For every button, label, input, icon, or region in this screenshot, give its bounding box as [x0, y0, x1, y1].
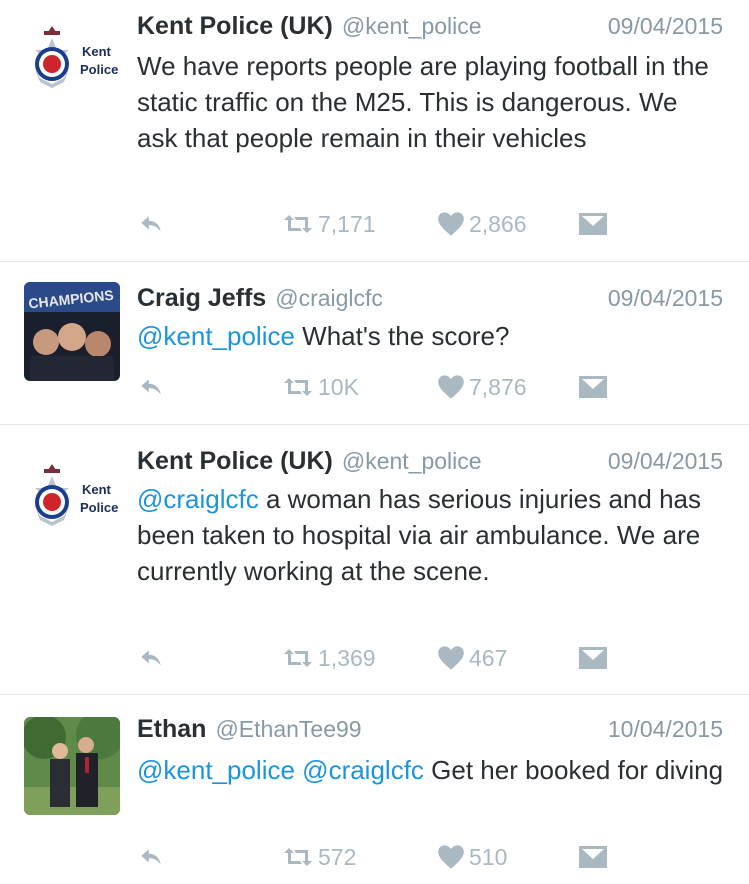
reply-button[interactable]: [137, 640, 165, 676]
tweet-body: What's the score?: [294, 321, 510, 351]
tweet-text: @kent_police What's the score?: [137, 318, 725, 354]
like-button[interactable]: 510: [437, 839, 507, 875]
like-count: 467: [469, 644, 508, 671]
like-count: 510: [469, 843, 508, 870]
svg-text:Police: Police: [80, 62, 118, 77]
mention-link[interactable]: @kent_police: [137, 321, 295, 351]
display-name[interactable]: Craig Jeffs: [137, 284, 266, 313]
direct-message-button[interactable]: [578, 640, 608, 676]
svg-text:Police: Police: [80, 500, 118, 515]
reply-button[interactable]: [137, 839, 165, 875]
retweet-button[interactable]: 10K: [282, 369, 359, 405]
avatar-photo: [24, 717, 120, 815]
tweet-date[interactable]: 09/04/2015: [608, 448, 723, 475]
tweet-body: Get her booked for diving: [423, 755, 724, 785]
display-name[interactable]: Kent Police (UK): [137, 447, 333, 476]
retweet-icon: [282, 646, 314, 670]
retweet-icon: [282, 375, 314, 399]
retweet-button[interactable]: 7,171: [282, 206, 376, 242]
like-count: 7,876: [469, 373, 527, 400]
kent-police-avatar[interactable]: Kent Police: [24, 14, 120, 100]
heart-icon: [437, 374, 465, 400]
mention-link[interactable]: @kent_police: [137, 755, 295, 785]
retweet-count: 10K: [318, 373, 359, 400]
direct-message-icon: [578, 212, 608, 236]
tweet-header: Craig Jeffs @craiglcfc 09/04/2015: [137, 284, 723, 318]
reply-button[interactable]: [137, 206, 165, 242]
like-button[interactable]: 467: [437, 640, 507, 676]
username[interactable]: @EthanTee99: [215, 716, 361, 743]
retweet-button[interactable]: 572: [282, 839, 356, 875]
craig-jeffs-avatar[interactable]: CHAMPIONS: [24, 282, 120, 381]
direct-message-button[interactable]: [578, 206, 608, 242]
username[interactable]: @craiglcfc: [275, 285, 383, 312]
username[interactable]: @kent_police: [342, 448, 482, 475]
like-button[interactable]: 2,866: [437, 206, 527, 242]
direct-message-icon: [578, 646, 608, 670]
username[interactable]: @kent_police: [342, 13, 482, 40]
tweet-actions: 7,171 2,866: [137, 206, 725, 242]
retweet-count: 7,171: [318, 210, 376, 237]
heart-icon: [437, 645, 465, 671]
like-count: 2,866: [469, 210, 527, 237]
tweet-body: We have reports people are playing footb…: [137, 51, 709, 153]
tweet-date[interactable]: 09/04/2015: [608, 285, 723, 312]
reply-icon: [137, 844, 165, 870]
tweet-header: Kent Police (UK) @kent_police 09/04/2015: [137, 447, 723, 481]
tweet-actions: 572 510: [137, 839, 725, 875]
tweet-text: We have reports people are playing footb…: [137, 48, 725, 156]
reply-icon: [137, 374, 165, 400]
tweet-text: @craiglcfc a woman has serious injuries …: [137, 481, 725, 589]
tweet[interactable]: CHAMPIONS Craig Jeffs @craiglcfc 09/04/2…: [0, 262, 749, 425]
direct-message-button[interactable]: [578, 839, 608, 875]
ethan-avatar[interactable]: [24, 717, 120, 815]
like-button[interactable]: 7,876: [437, 369, 527, 405]
tweet-header: Kent Police (UK) @kent_police 09/04/2015: [137, 12, 723, 46]
mention-link[interactable]: @craiglcfc: [302, 755, 424, 785]
police-badge-icon: Kent Police: [34, 26, 118, 88]
tweet-actions: 1,369 467: [137, 640, 725, 676]
tweet-text: @kent_police @craiglcfc Get her booked f…: [137, 752, 725, 788]
retweet-count: 1,369: [318, 644, 376, 671]
direct-message-icon: [578, 845, 608, 869]
kent-police-avatar[interactable]: Kent Police: [24, 452, 120, 538]
avatar-photo: CHAMPIONS: [24, 282, 120, 381]
svg-text:Kent: Kent: [82, 44, 112, 59]
display-name[interactable]: Ethan: [137, 715, 206, 744]
direct-message-button[interactable]: [578, 369, 608, 405]
tweet[interactable]: Kent Police Kent Police (UK) @kent_polic…: [0, 0, 749, 262]
retweet-icon: [282, 212, 314, 236]
tweet-header: Ethan @EthanTee99 10/04/2015: [137, 715, 723, 749]
mention-link[interactable]: @craiglcfc: [137, 484, 259, 514]
tweet-actions: 10K 7,876: [137, 369, 725, 405]
retweet-icon: [282, 845, 314, 869]
retweet-count: 572: [318, 843, 357, 870]
svg-text:Kent: Kent: [82, 482, 112, 497]
heart-icon: [437, 844, 465, 870]
tweet-date[interactable]: 09/04/2015: [608, 13, 723, 40]
reply-icon: [137, 211, 165, 237]
police-badge-icon: Kent Police: [34, 464, 118, 526]
tweet[interactable]: Kent Police Kent Police (UK) @kent_polic…: [0, 425, 749, 695]
tweet[interactable]: Ethan @EthanTee99 10/04/2015 @kent_polic…: [0, 695, 749, 884]
heart-icon: [437, 211, 465, 237]
tweet-date[interactable]: 10/04/2015: [608, 716, 723, 743]
reply-icon: [137, 645, 165, 671]
retweet-button[interactable]: 1,369: [282, 640, 376, 676]
reply-button[interactable]: [137, 369, 165, 405]
display-name[interactable]: Kent Police (UK): [137, 12, 333, 41]
direct-message-icon: [578, 375, 608, 399]
